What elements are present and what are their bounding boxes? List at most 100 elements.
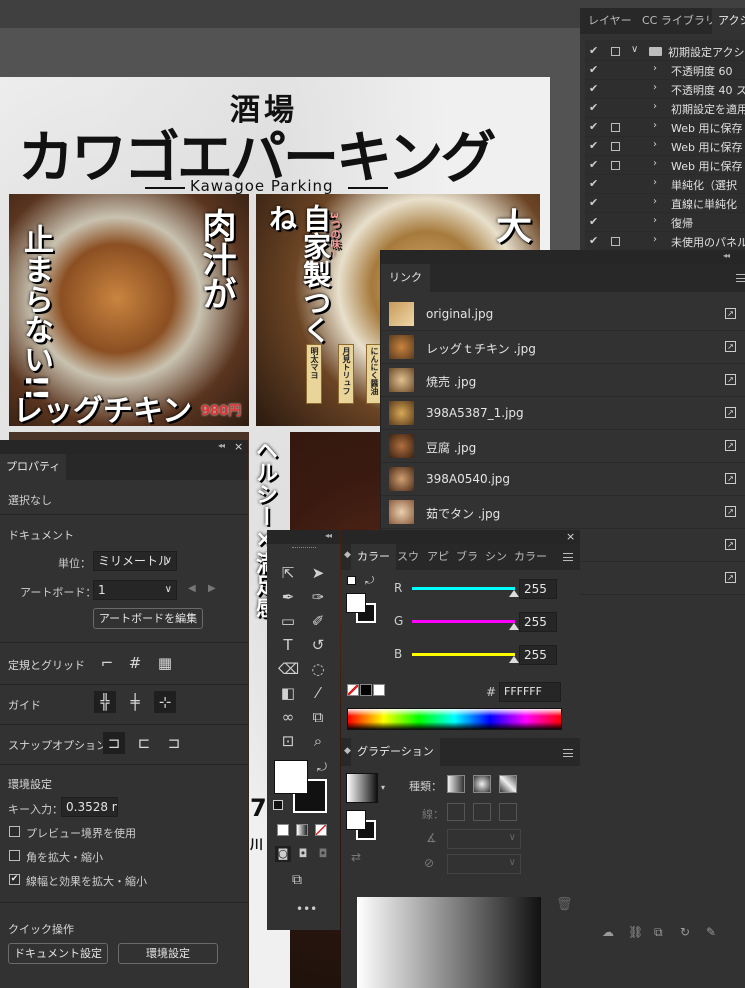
grip[interactable] [292,547,316,550]
direct-selection-tool-icon[interactable]: ➤ [308,563,328,583]
screen-mode-icon[interactable]: ⧉ [292,872,302,888]
collapse-icon[interactable]: ◂◂ [218,441,225,450]
tab-brushes[interactable]: ブラ [453,544,481,570]
action-row[interactable]: ✔ › Web 用に保存 [585,118,745,137]
action-row[interactable]: ✔ › 直線に単純化 [585,194,745,213]
link-row[interactable]: 茹でタン .jpg ↗ [381,496,745,529]
tab-symbols[interactable]: シン [482,544,510,570]
close-icon[interactable]: × [234,440,243,453]
relink-icon[interactable]: ⧉ [654,925,663,940]
zoom-tool-icon[interactable]: ⌕ [308,731,328,751]
tab-cc-libraries[interactable]: CC ライブラリ [636,8,722,34]
chevron-down-icon[interactable]: ◆ [344,550,351,560]
draw-inside-icon[interactable]: ◘ [315,846,331,862]
gradient-fill-swatch[interactable] [346,810,366,830]
show-guides-icon[interactable]: ╬ [94,691,116,713]
go-to-link-icon[interactable]: ↗ [725,506,736,517]
preview-bounds-checkbox[interactable] [9,826,20,837]
eraser-tool-icon[interactable]: ⌫ [278,659,299,679]
blend-tool-icon[interactable]: ∞ [278,707,298,727]
action-row[interactable]: ✔ › Web 用に保存 [585,156,745,175]
snap-to-point-icon[interactable]: ⊐ [103,732,125,754]
edit-artboard-button[interactable]: アートボードを編集 [93,608,203,629]
go-to-link-icon[interactable]: ↗ [725,308,736,319]
artboard-tool-icon[interactable]: ⊡ [278,731,298,751]
close-icon[interactable]: × [566,530,575,543]
b-slider-track[interactable] [412,653,515,656]
b-value[interactable]: 255 [519,645,557,665]
action-row[interactable]: ✔ › 初期設定を適用 [585,99,745,118]
panel-menu-icon[interactable] [736,274,745,282]
action-row[interactable]: ✔ › 不透明度 40 ス [585,80,745,99]
chevron-right-icon[interactable]: › [653,177,657,188]
refresh-icon[interactable]: ↻ [680,925,690,939]
hex-input[interactable]: FFFFFF [499,682,561,702]
action-row[interactable]: ✔ › 不透明度 60 [585,61,745,80]
chevron-right-icon[interactable]: › [653,63,657,74]
action-row[interactable]: ✔ › 単純化（選択 [585,175,745,194]
check-icon[interactable]: ✔ [589,158,598,171]
panel-menu-icon[interactable] [563,553,573,561]
panel-menu-icon[interactable] [563,749,573,757]
smart-guides-icon[interactable]: ⊹ [154,691,176,713]
tab-links[interactable]: リンク [381,264,430,292]
dialog-toggle-icon[interactable] [611,47,620,56]
grid-icon[interactable]: # [124,652,146,674]
check-icon[interactable]: ✔ [589,177,598,190]
chevron-right-icon[interactable]: › [653,158,657,169]
chevron-right-icon[interactable]: › [653,120,657,131]
dialog-toggle-icon[interactable] [611,142,620,151]
collapse-icon[interactable]: ◂◂ [723,251,730,260]
unit-select[interactable]: ミリメートル ∨ [93,551,177,571]
check-icon[interactable]: ✔ [589,63,598,76]
check-icon[interactable]: ✔ [589,101,598,114]
r-slider-thumb[interactable] [509,590,519,597]
link-row[interactable]: 398A0540.jpg ↗ [381,463,745,496]
go-to-link-icon[interactable]: ↗ [725,473,736,484]
shape-builder-tool-icon[interactable]: ⧉ [308,707,328,727]
tab-layers[interactable]: レイヤー [582,8,638,34]
g-slider-thumb[interactable] [509,623,519,630]
ruler-icon[interactable]: ⌐ [96,652,118,674]
g-value[interactable]: 255 [519,612,557,632]
check-icon[interactable]: ✔ [589,196,598,209]
selection-tool-icon[interactable]: ⇱ [278,563,298,583]
link-row[interactable]: レッグｔチキン .jpg ↗ [381,331,745,364]
dialog-toggle-icon[interactable] [611,161,620,170]
color-mode-icon[interactable] [277,824,289,836]
radial-gradient-icon[interactable] [473,775,491,793]
white-swatch[interactable] [373,684,385,696]
next-artboard-icon[interactable]: ▶ [208,583,216,594]
pen-tool-icon[interactable]: ✒ [278,587,298,607]
gradient-mode-icon[interactable] [296,824,308,836]
check-icon[interactable]: ✔ [589,120,598,133]
prev-artboard-icon[interactable]: ◀ [188,583,196,594]
check-icon[interactable]: ✔ [589,215,598,228]
curvature-tool-icon[interactable]: ✑ [308,587,328,607]
draw-normal-icon[interactable]: ◙ [275,846,291,862]
eyedropper-tool-icon[interactable]: ⁄ [308,683,328,703]
collapse-icon[interactable]: ◂◂ [325,531,332,540]
snap-to-glyph-icon[interactable]: ⊐ [163,732,185,754]
link-row[interactable]: 398A5387_1.jpg ↗ [381,397,745,430]
action-row[interactable]: ✔ › 未使用のパネル [585,232,745,251]
tab-color-guide[interactable]: カラー [511,544,550,570]
preferences-button[interactable]: 環境設定 [118,943,218,964]
go-to-link-icon[interactable]: ↗ [725,407,736,418]
lock-guides-icon[interactable]: ╪ [124,691,146,713]
action-row[interactable]: ✔ ∨ 初期設定アクション [585,42,745,61]
scale-corners-checkbox[interactable] [9,850,20,861]
chevron-down-icon[interactable]: ◆ [344,746,351,756]
chevron-right-icon[interactable]: › [653,139,657,150]
chevron-right-icon[interactable]: › [653,234,657,245]
chevron-right-icon[interactable]: › [653,215,657,226]
cloud-icon[interactable]: ☁ [602,925,614,939]
check-icon[interactable]: ✔ [589,82,598,95]
dialog-toggle-icon[interactable] [611,123,620,132]
go-to-link-icon[interactable]: ↗ [725,440,736,451]
draw-behind-icon[interactable]: ◘ [295,846,311,862]
g-slider-track[interactable] [412,620,515,623]
type-tool-icon[interactable]: T [278,635,298,655]
go-to-link-icon[interactable]: ↗ [725,374,736,385]
chevron-down-icon[interactable]: ∨ [631,44,638,55]
